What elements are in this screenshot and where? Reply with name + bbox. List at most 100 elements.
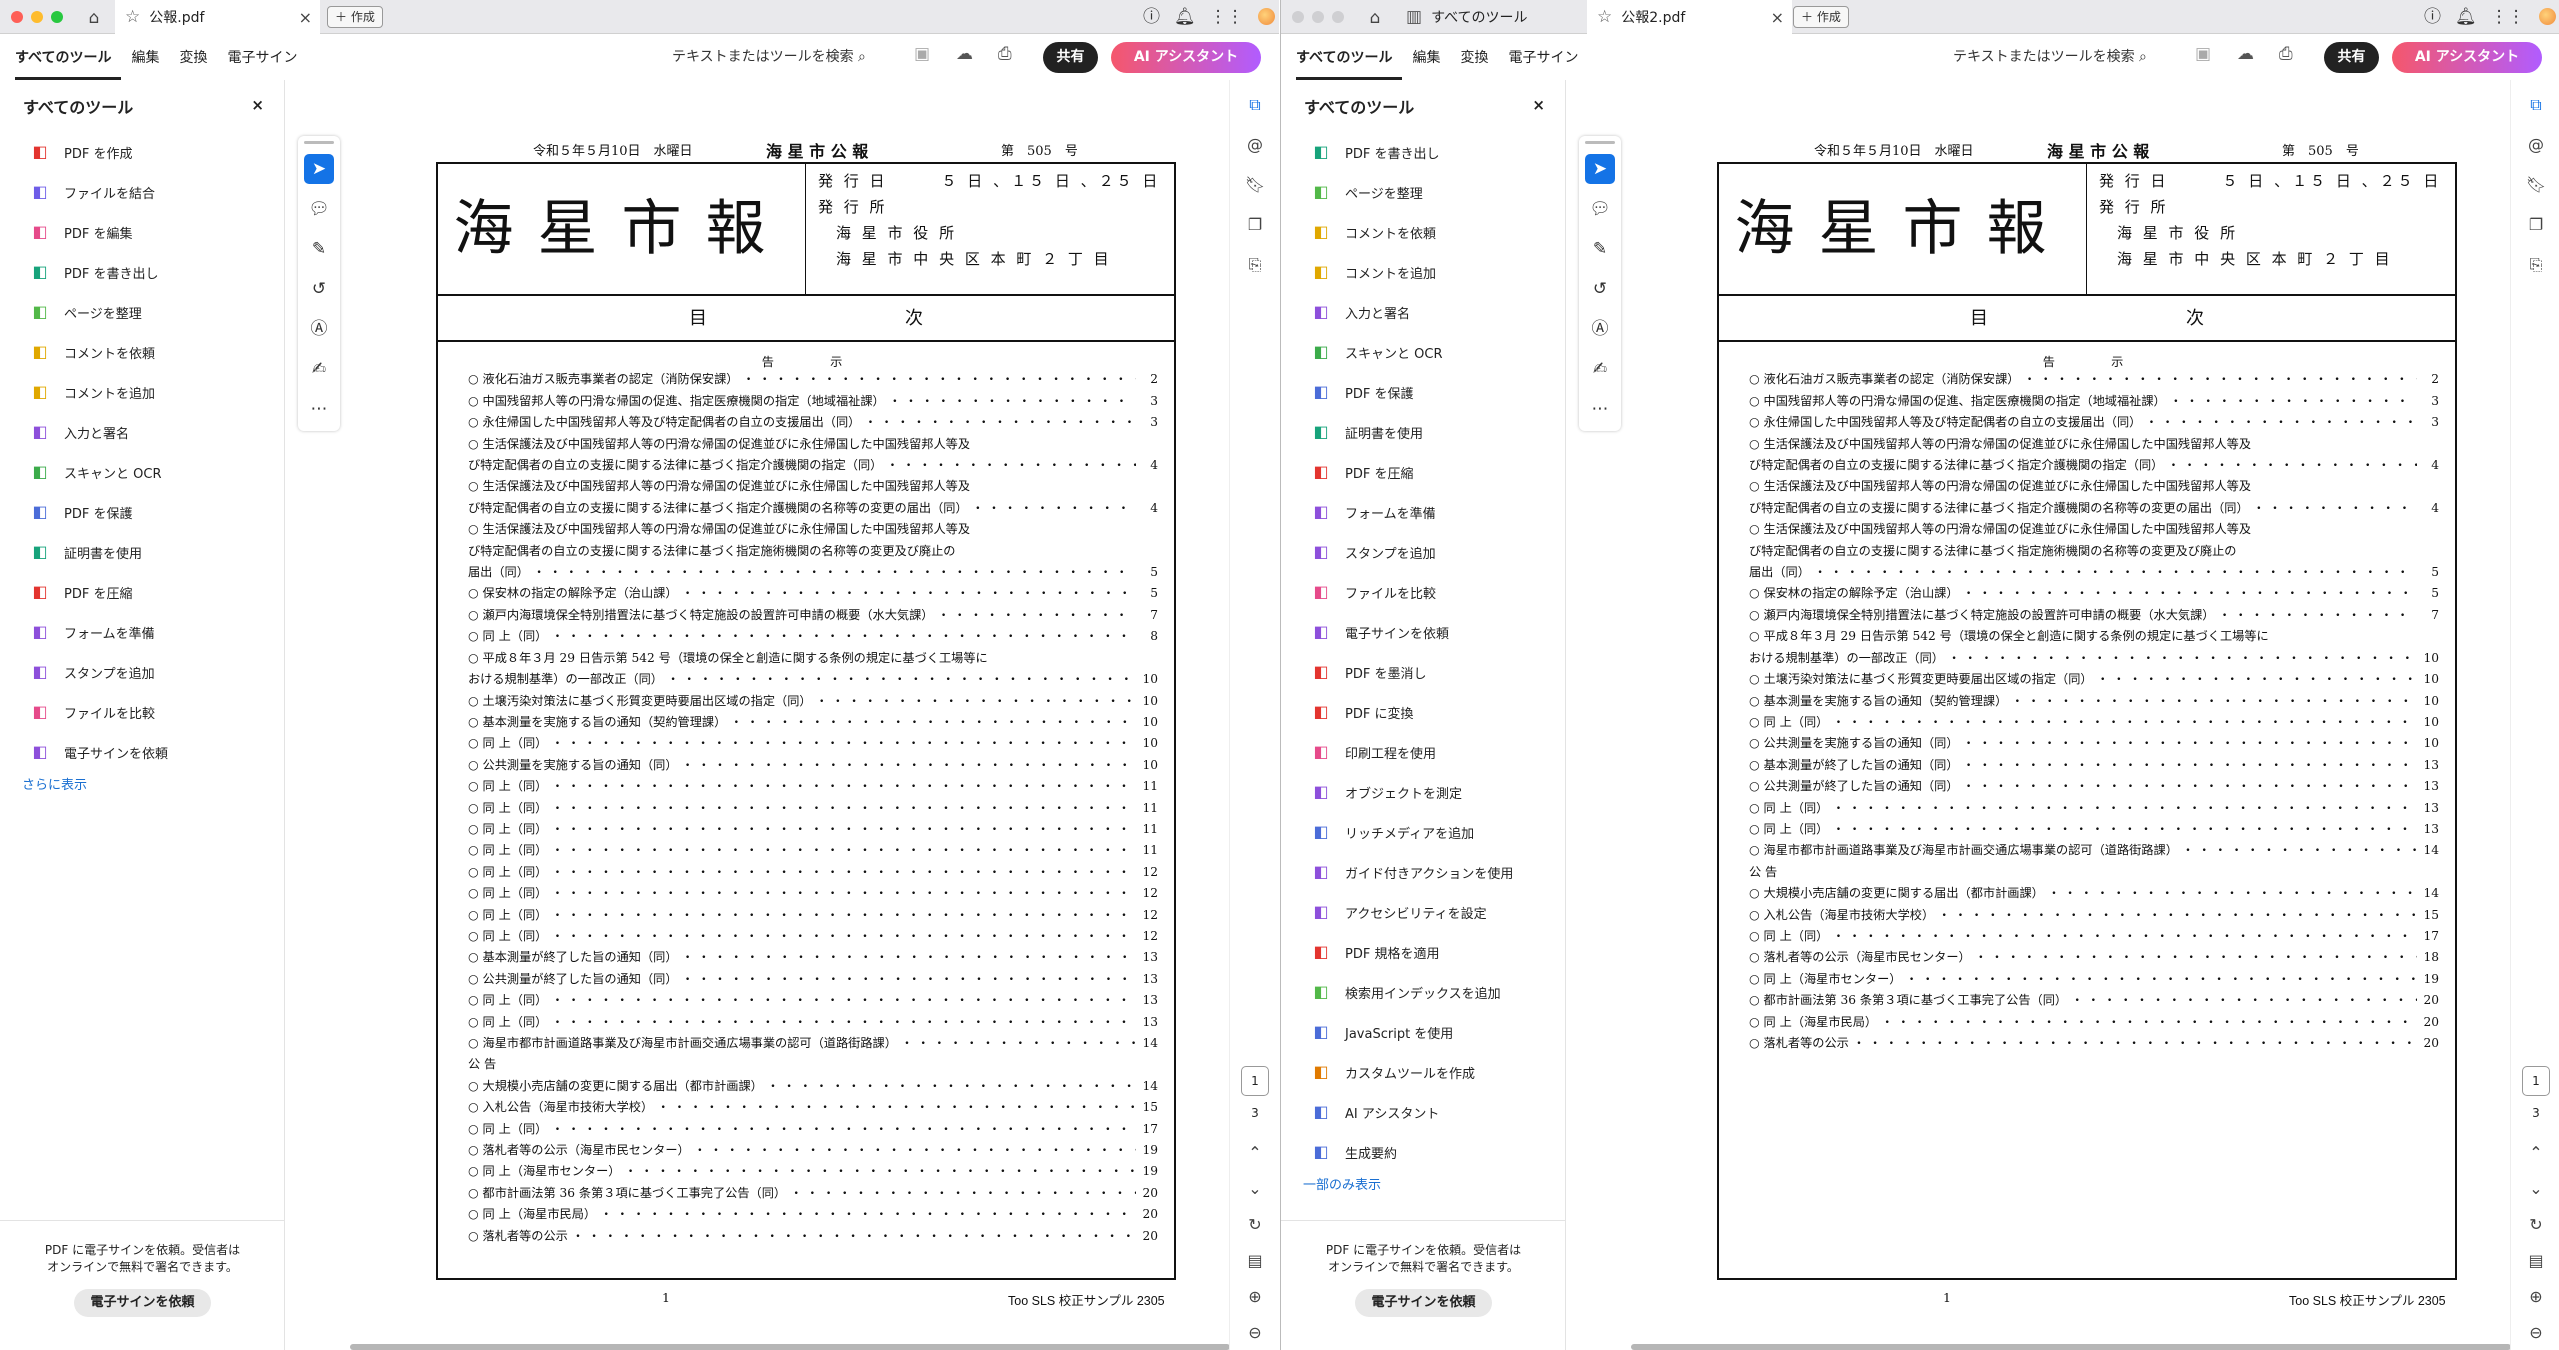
zoom-out-icon[interactable]: ⊖ — [1244, 1322, 1266, 1344]
tool-item[interactable]: ◧ PDF を書き出し — [30, 252, 168, 292]
toc-line[interactable]: ○ 同 上（同） 11 — [468, 819, 1158, 840]
page-number-input[interactable]: 1 — [1241, 1066, 1269, 1096]
star-icon[interactable]: ☆ — [125, 7, 140, 27]
more-tools-icon[interactable]: ⋯ — [1585, 394, 1615, 424]
tool-item[interactable]: ◧ 印刷工程を使用 — [1311, 732, 1513, 772]
pages-icon[interactable]: ❐ — [2525, 214, 2547, 236]
save-icon[interactable]: ▣ — [2195, 44, 2211, 64]
comment-icon[interactable]: 💬︎ — [304, 194, 334, 224]
toc-line[interactable]: ○ 同 上（同） 10 — [1749, 712, 2439, 733]
toc-line[interactable]: ○ 大規模小売店舗の変更に関する届出（都市計画課） 14 — [1749, 883, 2439, 904]
close-panel-icon[interactable]: × — [251, 96, 264, 114]
tool-item[interactable]: ◧ PDF を保護 — [30, 492, 168, 532]
toc-line[interactable]: ○ 同 上（同） 11 — [468, 776, 1158, 797]
toc-line[interactable]: ○ 永住帰国した中国残留邦人等及び特定配偶者の自立の支援届出（同） 3 — [468, 412, 1158, 433]
tool-item[interactable]: ◧ 検索用インデックスを追加 — [1311, 972, 1513, 1012]
toc-line[interactable]: ○ 同 上（同） 13 — [468, 1012, 1158, 1033]
toc-line[interactable]: び特定配偶者の自立の支援に関する法律に基づく指定介護機関の名称等の変更の届出（同… — [1749, 498, 2439, 519]
tool-item[interactable]: ◧ 証明書を使用 — [1311, 412, 1513, 452]
request-esign-button[interactable]: 電子サインを依頼 — [74, 1289, 211, 1317]
sign-icon[interactable]: ✍ — [1585, 354, 1615, 384]
toc-line[interactable]: ○ 同 上（同） 17 — [1749, 926, 2439, 947]
help-icon[interactable]: ⓘ — [2424, 7, 2441, 27]
upload-cloud-icon[interactable]: ☁ — [956, 44, 973, 64]
bell-icon[interactable]: 🔔︎ — [2455, 7, 2477, 27]
tool-item[interactable]: ◧ スキャンと OCR — [30, 452, 168, 492]
tool-item[interactable]: ◧ PDF を書き出し — [1311, 132, 1513, 172]
toc-line[interactable]: ○ 瀬戸内海環境保全特別措置法に基づく特定施設の設置許可申請の概要（水大気課） 7 — [468, 605, 1158, 626]
close-window-button[interactable] — [1292, 11, 1304, 23]
page-view-icon[interactable]: ▤ — [2525, 1250, 2547, 1272]
zoom-out-icon[interactable]: ⊖ — [2525, 1322, 2547, 1344]
request-esign-button[interactable]: 電子サインを依頼 — [1355, 1289, 1492, 1317]
toc-line[interactable]: 届出（同） 5 — [468, 562, 1158, 583]
apps-grid-icon[interactable]: ⋮⋮ — [2491, 7, 2525, 27]
toc-line[interactable]: ○ 同 上（海星市センター） 19 — [1749, 969, 2439, 990]
draw-icon[interactable]: ↺ — [304, 274, 334, 304]
print-icon[interactable]: ⎙ — [998, 44, 1012, 64]
menu-convert[interactable]: 変換 — [1460, 34, 1498, 80]
toc-line[interactable]: ○ 公共測量を実施する旨の通知（同） 10 — [468, 755, 1158, 776]
toc-line[interactable]: ○ 落札者等の公示 20 — [468, 1226, 1158, 1247]
tool-item[interactable]: ◧ コメントを追加 — [30, 372, 168, 412]
avatar[interactable] — [1257, 8, 1275, 25]
pages-icon[interactable]: ❐ — [1244, 214, 1266, 236]
ai-assistant-button[interactable]: AI アシスタント — [1111, 42, 1261, 73]
tool-item[interactable]: ◧ PDF を圧縮 — [30, 572, 168, 612]
close-tab-icon[interactable]: × — [1771, 8, 1784, 27]
tool-item[interactable]: ◧ 電子サインを依頼 — [30, 732, 168, 772]
bell-icon[interactable]: 🔔︎ — [1174, 7, 1196, 27]
chevron-up-icon[interactable]: ⌃ — [1244, 1142, 1266, 1164]
toc-line[interactable]: ○ 海星市都市計画道路事業及び海星市計画交通広場事業の認可（道路街路課） 14 — [1749, 840, 2439, 861]
toc-line[interactable]: ○ 落札者等の公示（海星市民センター） 18 — [1749, 947, 2439, 968]
toc-line[interactable]: おける規制基準）の一部改正（同） 10 — [1749, 648, 2439, 669]
tool-item[interactable]: ◧ リッチメディアを追加 — [1311, 812, 1513, 852]
toc-line[interactable]: ○ 落札者等の公示（海星市民センター） 19 — [468, 1140, 1158, 1161]
toc-line[interactable]: ○ 同 上（同） 12 — [468, 862, 1158, 883]
comments-icon[interactable]: @ — [2525, 134, 2547, 156]
tool-item[interactable]: ◧ 入力と署名 — [30, 412, 168, 452]
tool-item[interactable]: ◧ PDF を圧縮 — [1311, 452, 1513, 492]
toc-line[interactable]: おける規制基準）の一部改正（同） 10 — [468, 669, 1158, 690]
toc-line[interactable]: ○ 永住帰国した中国残留邦人等及び特定配偶者の自立の支援届出（同） 3 — [1749, 412, 2439, 433]
toc-line[interactable]: ○ 保安林の指定の解除予定（治山課） 5 — [468, 583, 1158, 604]
document-viewport[interactable]: 令和５年５月10日 水曜日 海 星 市 公 報 第 505 号海星市報発 行 日 ５… — [1631, 80, 2511, 1350]
toc-line[interactable]: ○ 同 上（同） 12 — [468, 905, 1158, 926]
toc-line[interactable]: 届出（同） 5 — [1749, 562, 2439, 583]
tab-document[interactable]: ☆ 公報.pdf × — [115, 0, 320, 34]
tool-item[interactable]: ◧ フォームを準備 — [1311, 492, 1513, 532]
tool-item[interactable]: ◧ PDF 規格を適用 — [1311, 932, 1513, 972]
menu-esign[interactable]: 電子サイン — [1508, 34, 1588, 80]
new-tab-button[interactable]: ＋ 作成 — [1793, 6, 1849, 28]
toc-line[interactable]: ○ 液化石油ガス販売事業者の認定（消防保安課） 2 — [468, 369, 1158, 390]
chevron-down-icon[interactable]: ⌄ — [2525, 1178, 2547, 1200]
ai-summary-icon[interactable]: ⧉ — [1244, 94, 1266, 116]
toc-line[interactable]: ○ 基本測量を実施する旨の通知（契約管理課） 10 — [468, 712, 1158, 733]
toc-line[interactable]: ○ 中国残留邦人等の円滑な帰国の促進、指定医療機関の指定（地域福祉課） 3 — [468, 391, 1158, 412]
menu-edit[interactable]: 編集 — [131, 34, 169, 80]
rotate-icon[interactable]: ↻ — [2525, 1214, 2547, 1236]
toc-line[interactable]: ○ 同 上（同） 11 — [468, 798, 1158, 819]
tab-all-tools[interactable]: ▥ すべてのツール — [1396, 0, 1586, 34]
tool-item[interactable]: ◧ ページを整理 — [30, 292, 168, 332]
tool-item[interactable]: ◧ PDF に変換 — [1311, 692, 1513, 732]
text-select-icon[interactable]: Ⓐ — [1585, 314, 1615, 344]
home-icon[interactable]: ⌂ — [1361, 7, 1389, 29]
tool-item[interactable]: ◧ スキャンと OCR — [1311, 332, 1513, 372]
toc-line[interactable]: ○ 入札公告（海星市技術大学校） 15 — [468, 1097, 1158, 1118]
zoom-window-button[interactable] — [51, 11, 63, 23]
toc-line[interactable]: ○ 中国残留邦人等の円滑な帰国の促進、指定医療機関の指定（地域福祉課） 3 — [1749, 391, 2439, 412]
tool-item[interactable]: ◧ ファイルを比較 — [30, 692, 168, 732]
apps-grid-icon[interactable]: ⋮⋮ — [1210, 7, 1244, 27]
close-window-button[interactable] — [11, 11, 23, 23]
toc-line[interactable]: ○ 同 上（海星市センター） 19 — [468, 1161, 1158, 1182]
help-icon[interactable]: ⓘ — [1143, 7, 1160, 27]
toc-line[interactable]: ○ 同 上（同） 12 — [468, 926, 1158, 947]
toc-line[interactable]: ○ 土壌汚染対策法に基づく形質変更時要届出区域の指定（同） 10 — [468, 691, 1158, 712]
tool-item[interactable]: ◧ ファイルを比較 — [1311, 572, 1513, 612]
show-more-link[interactable]: さらに表示 — [22, 774, 168, 793]
toc-line[interactable]: ○ 大規模小売店舗の変更に関する届出（都市計画課） 14 — [468, 1076, 1158, 1097]
tool-item[interactable]: ◧ ガイド付きアクションを使用 — [1311, 852, 1513, 892]
tool-item[interactable]: ◧ 生成要約 — [1311, 1132, 1513, 1172]
tool-item[interactable]: ◧ AI アシスタント — [1311, 1092, 1513, 1132]
